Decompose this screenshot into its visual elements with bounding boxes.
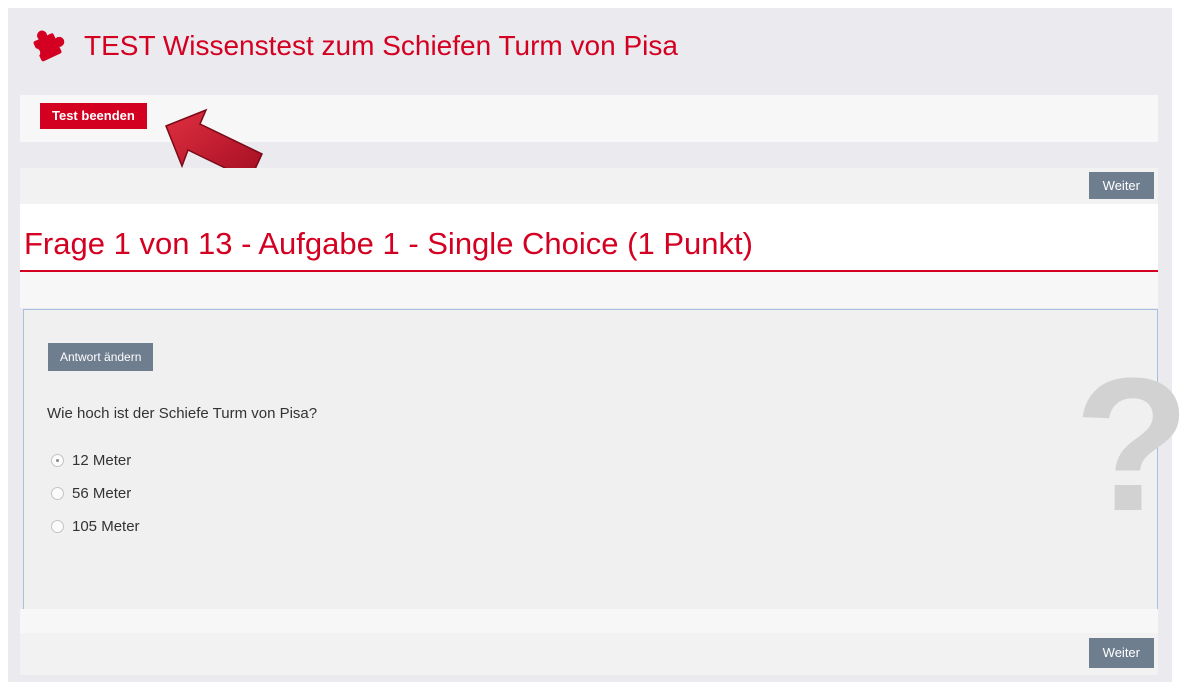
- radio-button[interactable]: [51, 487, 64, 500]
- question-box: ? Antwort ändern Wie hoch ist der Schief…: [23, 309, 1180, 610]
- spacer: [20, 609, 1158, 633]
- question-mark-icon: ?: [1074, 339, 1180, 551]
- puzzle-icon: [31, 30, 65, 62]
- answer-options: 12 Meter 56 Meter 105 Meter: [51, 444, 140, 543]
- spacer: [20, 272, 1158, 308]
- page-title: TEST Wissenstest zum Schiefen Turm von P…: [84, 30, 678, 61]
- navigation-bar-bottom: Weiter: [20, 633, 1158, 675]
- answer-option[interactable]: 105 Meter: [51, 510, 140, 543]
- change-answer-button[interactable]: Antwort ändern: [48, 343, 154, 371]
- radio-button[interactable]: [51, 520, 64, 533]
- answer-option[interactable]: 56 Meter: [51, 477, 140, 510]
- answer-option[interactable]: 12 Meter: [51, 444, 140, 477]
- next-button-top[interactable]: Weiter: [1088, 172, 1154, 199]
- answer-label: 12 Meter: [72, 452, 132, 469]
- next-button-bottom[interactable]: Weiter: [1088, 638, 1154, 668]
- question-header: Frage 1 von 13 - Aufgabe 1 - Single Choi…: [20, 204, 1158, 272]
- end-test-button[interactable]: Test beenden: [40, 103, 147, 129]
- question-heading: Frage 1 von 13 - Aufgabe 1 - Single Choi…: [24, 226, 753, 261]
- page-header: TEST Wissenstest zum Schiefen Turm von P…: [26, 24, 678, 68]
- question-text: Wie hoch ist der Schiefe Turm von Pisa?: [47, 405, 318, 422]
- navigation-bar-top: Weiter: [20, 168, 1158, 204]
- radio-button[interactable]: [51, 454, 64, 467]
- answer-label: 56 Meter: [72, 485, 132, 502]
- answer-label: 105 Meter: [72, 518, 140, 535]
